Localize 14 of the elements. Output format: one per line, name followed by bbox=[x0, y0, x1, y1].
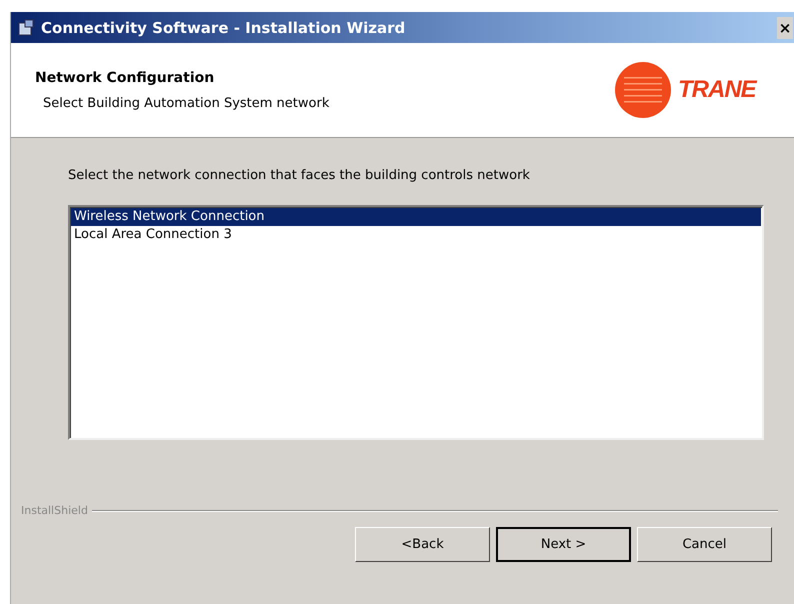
page-title: Network Configuration bbox=[35, 70, 216, 86]
wizard-button[interactable]: <Back bbox=[355, 527, 490, 562]
wizard-button[interactable]: Next > bbox=[496, 527, 631, 562]
instruction-text: Select the network connection that faces the building controls network bbox=[68, 168, 531, 183]
close-button[interactable]: × bbox=[777, 16, 793, 38]
page-subtitle: Select Building Automation System network bbox=[42, 96, 330, 110]
list-item[interactable]: Wireless Network Connection bbox=[71, 208, 761, 226]
window-title: Connectivity Software - Installation Wizard bbox=[41, 18, 406, 36]
logo-icon bbox=[614, 61, 672, 119]
list-item[interactable]: Local Area Connection 3 bbox=[71, 226, 761, 244]
installer-icon bbox=[17, 18, 35, 36]
logo-text: TRANE bbox=[678, 76, 756, 104]
brand-label: InstallShield bbox=[21, 504, 88, 517]
wizard-button[interactable]: Cancel bbox=[637, 527, 772, 562]
